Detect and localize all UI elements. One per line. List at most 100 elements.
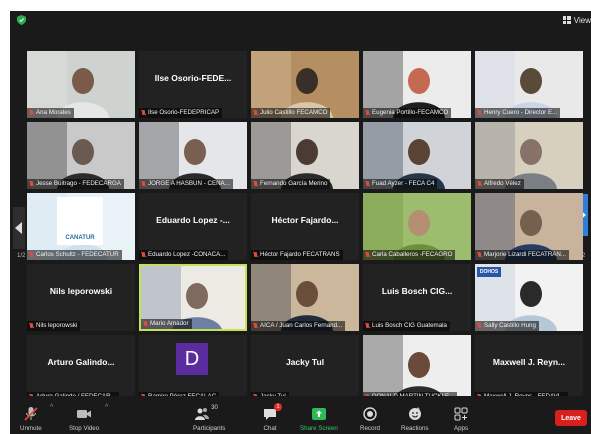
participant-tile[interactable]: Héctor Fajardo... Héctor Fajardo FECATRAN… <box>251 193 359 260</box>
share-screen-icon <box>311 406 327 422</box>
participant-name-caption: Eduardo Lopez -CONACA... <box>139 250 229 260</box>
participant-tile[interactable]: Jacky TulJacky Tul <box>251 335 359 402</box>
organization-logo: CANATUR <box>57 197 103 245</box>
participants-icon: 30 <box>194 405 224 422</box>
participant-name: Carlos Schultz - FEDECATUR <box>36 251 119 258</box>
window: View 1/2 1/2 Ana MoralesIlse Osorio-FEDE… <box>0 0 591 434</box>
security-shield-icon[interactable] <box>17 15 26 25</box>
participant-tile[interactable]: CANATUR Carlos Schultz - FEDECATUR <box>27 193 135 260</box>
previous-page-button[interactable] <box>13 207 25 249</box>
muted-mic-icon <box>143 320 148 328</box>
view-button[interactable]: View <box>562 14 591 26</box>
participant-tile[interactable]: Maxwell J. Reyn...Maxwell J. Reyns - FED… <box>475 335 583 402</box>
participant-tile[interactable]: DOHOS Sally Castillo Hung <box>475 264 583 331</box>
muted-mic-icon <box>365 322 370 330</box>
participant-display-name: Maxwell J. Reyn... <box>492 357 566 367</box>
participant-tile[interactable]: AICA / Juan Carlos Fernand... <box>251 264 359 331</box>
audio-options-caret-icon[interactable]: ^ <box>50 404 53 411</box>
participant-tile[interactable]: Julio Castillo FECAMCO <box>251 51 359 118</box>
reactions-label: Reactions <box>401 425 429 432</box>
participant-tile[interactable]: Arturo Galindo...Arturo Galindo / FEDECA… <box>27 335 135 402</box>
meeting-controls-bar: Unmute ^ Stop Video ^ 30 Participants 1 … <box>10 396 591 434</box>
video-options-caret-icon[interactable]: ^ <box>105 404 108 411</box>
participant-name-caption: AICA / Juan Carlos Fernand... <box>251 321 346 331</box>
chat-bubble-icon: 1 <box>262 403 282 422</box>
video-camera-icon <box>76 406 92 422</box>
apps-label: Apps <box>453 425 469 432</box>
participant-display-name: Héctor Fajardo... <box>271 215 339 225</box>
participant-name: JORGE A HASBUN - CENA... <box>148 180 230 187</box>
reactions-button[interactable]: Reactions <box>401 406 429 432</box>
participant-tile[interactable]: DONALD MARTIN TUCKLE... <box>363 335 471 402</box>
participant-name: Nils leporowski <box>36 322 78 329</box>
record-button[interactable]: Record <box>360 406 380 432</box>
record-label: Record <box>360 425 380 432</box>
participant-name: Alfredo Vélez <box>484 180 521 187</box>
muted-mic-icon <box>477 180 482 188</box>
muted-mic-icon <box>477 251 482 259</box>
muted-mic-icon <box>253 251 258 259</box>
participant-tile[interactable]: Carla Caballeros -FECAGRO <box>363 193 471 260</box>
participant-name-caption: Fernando García Merino <box>251 179 331 189</box>
participants-button[interactable]: 30 Participants <box>193 405 226 432</box>
participant-display-name: Ilse Osorio-FEDE... <box>154 73 232 83</box>
participant-tile[interactable]: Henry Cuero - Director E... <box>475 51 583 118</box>
participant-name-caption: Héctor Fajardo FECATRANS <box>251 250 343 260</box>
leave-meeting-button[interactable]: Leave <box>555 410 587 426</box>
participant-name-caption: Carla Caballeros -FECAGRO <box>363 250 456 260</box>
participant-name: Héctor Fajardo FECATRANS <box>260 251 340 258</box>
participant-name: Fernando García Merino <box>260 180 328 187</box>
participant-tile[interactable]: Eduardo Lopez -... Eduardo Lopez -CONACA.… <box>139 193 247 260</box>
participant-tile[interactable]: DRamiro Pérez FECALAC <box>139 335 247 402</box>
participants-label: Participants <box>193 425 226 432</box>
zoom-meeting-window: View 1/2 1/2 Ana MoralesIlse Osorio-FEDE… <box>10 11 591 434</box>
participant-tile[interactable]: Marjorie Lizardi FECATRAN... <box>475 193 583 260</box>
muted-mic-icon <box>253 322 258 330</box>
top-bar: View <box>10 11 591 29</box>
muted-mic-icon <box>141 180 146 188</box>
muted-mic-icon <box>29 251 34 259</box>
participant-display-name: Eduardo Lopez -... <box>156 215 230 225</box>
participant-name: Eugenia Portillo-FECAMCO <box>372 109 449 116</box>
participant-name: Fuad Ayzer - FECA C4 <box>372 180 435 187</box>
participant-tile[interactable]: Alfredo Vélez <box>475 122 583 189</box>
muted-mic-icon <box>253 109 258 117</box>
share-screen-button[interactable]: Share Screen <box>300 406 338 432</box>
muted-mic-icon <box>23 406 39 422</box>
participant-tile[interactable]: Luis Bosch CIG... Luis Bosch CIG Guatemal… <box>363 264 471 331</box>
participant-tile[interactable]: Ana Morales <box>27 51 135 118</box>
participants-count: 30 <box>211 405 218 411</box>
chat-label: Chat <box>263 425 277 432</box>
participant-tile[interactable]: Nils leporowski Nils leporowski <box>27 264 135 331</box>
participant-name-caption: Ilse Osorio-FEDEPRICAP <box>139 108 223 118</box>
participant-tile[interactable]: JORGE A HASBUN - CENA... <box>139 122 247 189</box>
participant-name: AICA / Juan Carlos Fernand... <box>260 322 343 329</box>
unmute-button[interactable]: Unmute <box>20 406 42 432</box>
participant-avatar: D <box>176 343 208 375</box>
apps-button[interactable]: Apps <box>453 406 469 432</box>
participant-name: Jesse Buitrago - FEDECARGA <box>36 180 121 187</box>
participant-name-caption: Ana Morales <box>27 108 74 118</box>
muted-mic-icon <box>29 109 34 117</box>
participant-display-name: Arturo Galindo... <box>47 357 115 367</box>
chat-button[interactable]: 1 Chat <box>262 403 282 432</box>
muted-mic-icon <box>365 180 370 188</box>
participant-tile[interactable]: Fuad Ayzer - FECA C4 <box>363 122 471 189</box>
participant-name-caption: Nils leporowski <box>27 321 81 331</box>
apps-icon <box>453 406 469 422</box>
participant-name: Luis Bosch CIG Guatemala <box>372 322 447 329</box>
stop-video-button[interactable]: Stop Video <box>69 406 99 432</box>
participant-display-name: Luis Bosch CIG... <box>381 286 453 296</box>
participant-name-caption: Carlos Schultz - FEDECATUR <box>27 250 122 260</box>
participant-tile[interactable]: Jesse Buitrago - FEDECARGA <box>27 122 135 189</box>
participant-tile[interactable]: Fernando García Merino <box>251 122 359 189</box>
participant-name: Henry Cuero - Director E... <box>484 109 558 116</box>
muted-mic-icon <box>253 180 258 188</box>
participant-tile[interactable]: Ilse Osorio-FEDE... Ilse Osorio-FEDEPRICA… <box>139 51 247 118</box>
participant-tile[interactable]: Mario Amador <box>139 264 247 331</box>
participant-tile[interactable]: Eugenia Portillo-FECAMCO <box>363 51 471 118</box>
participant-name: Marjorie Lizardi FECATRAN... <box>484 251 567 258</box>
muted-mic-icon <box>477 322 482 330</box>
participant-gallery: Ana Morales Ilse Osorio-FEDE... Ilse Osori… <box>27 51 583 404</box>
participant-name-caption: Eugenia Portillo-FECAMCO <box>363 108 452 118</box>
